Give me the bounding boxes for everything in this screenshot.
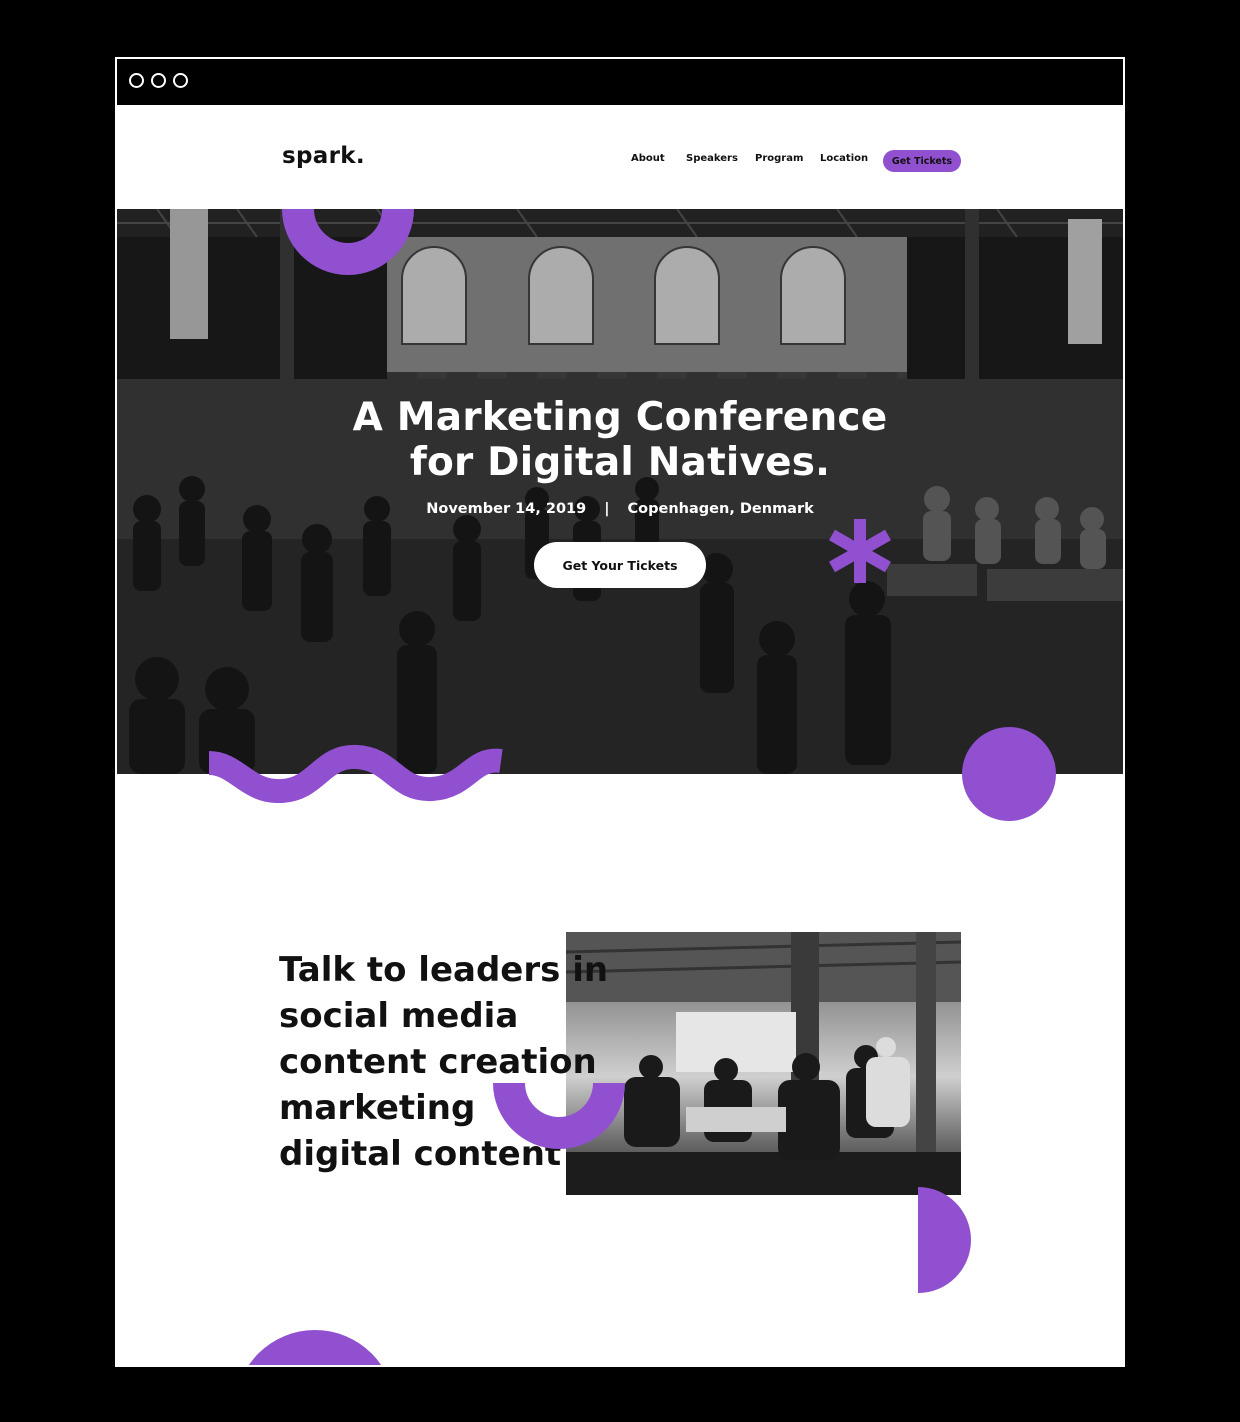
hero-title-line-1: A Marketing Conference — [352, 395, 888, 440]
web-page: spark. About Speakers Program Location G… — [117, 105, 1123, 1365]
hero-title: A Marketing Conference for Digital Nativ… — [117, 395, 1123, 485]
purple-arc-top — [282, 209, 414, 275]
nav-link-location[interactable]: Location — [820, 153, 868, 164]
nav-link-speakers[interactable]: Speakers — [686, 153, 738, 164]
purple-wave — [207, 745, 503, 803]
hero-photo — [117, 209, 1123, 774]
event-info: November 14, 2019 | Copenhagen, Denmark — [117, 501, 1123, 517]
hero-section: A Marketing Conference for Digital Nativ… — [117, 209, 1123, 774]
hero-title-line-2: for Digital Natives. — [409, 440, 831, 485]
site-logo[interactable]: spark. — [282, 143, 365, 169]
get-tickets-button[interactable]: Get Tickets — [883, 150, 961, 172]
purple-half-circle — [918, 1187, 971, 1293]
purple-asterisk — [829, 519, 891, 583]
window-close-dot[interactable] — [129, 73, 144, 88]
purple-arc-feature — [493, 1083, 625, 1149]
browser-window: spark. About Speakers Program Location G… — [115, 57, 1125, 1367]
event-date: November 14, 2019 — [426, 501, 587, 517]
nav-link-program[interactable]: Program — [755, 153, 803, 164]
window-minimize-dot[interactable] — [151, 73, 166, 88]
feature-line: Talk to leaders in — [279, 950, 609, 990]
purple-circle-right — [962, 727, 1056, 821]
nav-link-about[interactable]: About — [631, 153, 665, 164]
purple-circle-bottom — [235, 1330, 395, 1365]
feature-line: social media — [279, 996, 519, 1036]
get-your-tickets-button[interactable]: Get Your Tickets — [534, 542, 706, 588]
info-separator: | — [604, 501, 610, 517]
event-location: Copenhagen, Denmark — [627, 501, 814, 517]
window-maximize-dot[interactable] — [173, 73, 188, 88]
feature-line: content creation — [279, 1042, 597, 1082]
site-header: spark. About Speakers Program Location G… — [117, 105, 1123, 209]
